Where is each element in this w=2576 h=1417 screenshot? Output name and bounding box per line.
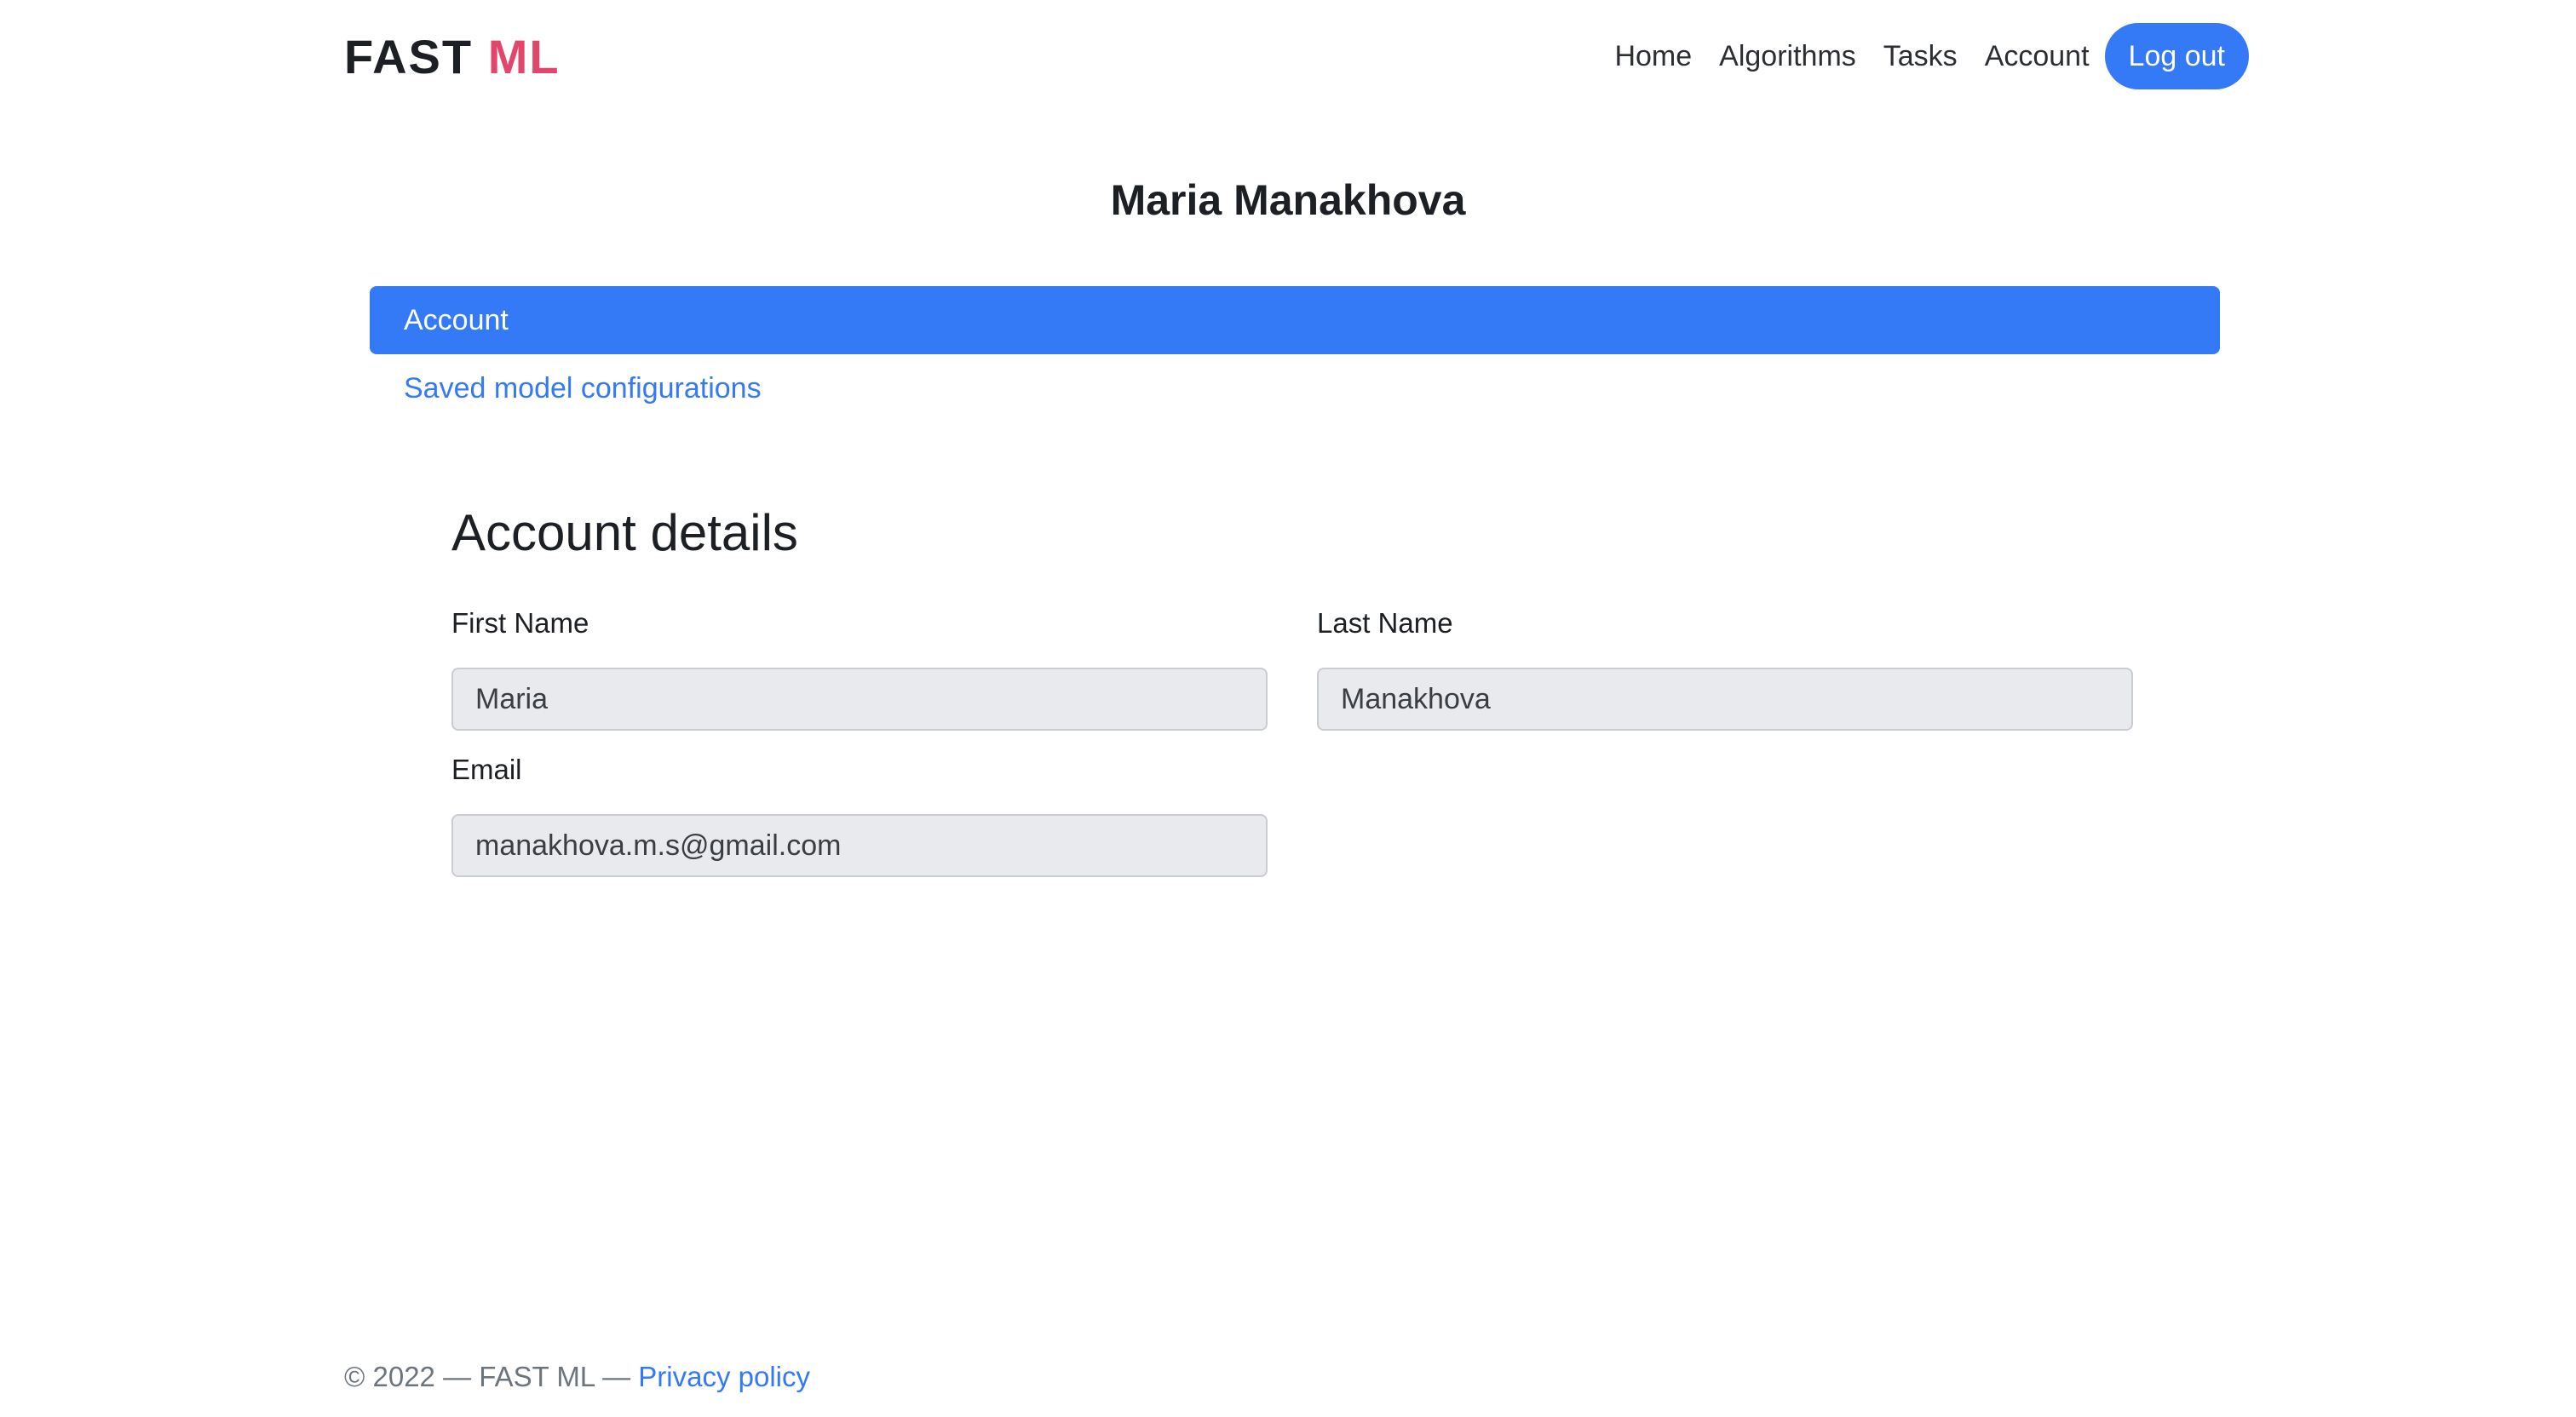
logo-accent: ML — [487, 29, 561, 83]
first-name-group: First Name — [451, 605, 1268, 731]
nav-algorithms[interactable]: Algorithms — [1705, 40, 1870, 73]
page-title: Maria Manakhova — [1110, 176, 1466, 224]
last-name-field[interactable] — [1317, 668, 2133, 731]
first-name-label: First Name — [451, 607, 589, 639]
email-group: Email — [451, 751, 1268, 877]
logout-button[interactable]: Log out — [2104, 23, 2249, 89]
logo-main: FAST — [344, 29, 474, 83]
header: FAST ML Home Algorithms Tasks Account Lo… — [344, 19, 2249, 94]
footer: © 2022 — FAST ML — Privacy policy — [344, 1361, 810, 1393]
account-tabs: Account Saved model configurations — [370, 286, 2220, 422]
nav-home[interactable]: Home — [1601, 40, 1705, 73]
logo[interactable]: FAST ML — [344, 29, 561, 84]
first-name-field[interactable] — [451, 668, 1268, 731]
tab-saved-model-configurations[interactable]: Saved model configurations — [370, 354, 2220, 422]
nav-account[interactable]: Account — [1971, 40, 2103, 73]
last-name-label: Last Name — [1317, 607, 1453, 639]
tab-account-label: Account — [404, 303, 509, 336]
section-heading: Account details — [451, 504, 798, 561]
last-name-group: Last Name — [1317, 605, 2133, 731]
tab-account[interactable]: Account — [370, 286, 2220, 354]
privacy-policy-link[interactable]: Privacy policy — [638, 1361, 810, 1392]
account-details-section: Account details First Name Last Name Ema… — [451, 499, 2138, 877]
page: FAST ML Home Algorithms Tasks Account Lo… — [0, 0, 2576, 1417]
email-label: Email — [451, 754, 522, 785]
main-nav: Home Algorithms Tasks Account Log out — [1601, 23, 2249, 89]
email-field[interactable] — [451, 814, 1268, 877]
tab-saved-configs-label: Saved model configurations — [404, 371, 762, 404]
footer-copyright: © 2022 — FAST ML — — [344, 1361, 639, 1392]
nav-tasks[interactable]: Tasks — [1870, 40, 1971, 73]
